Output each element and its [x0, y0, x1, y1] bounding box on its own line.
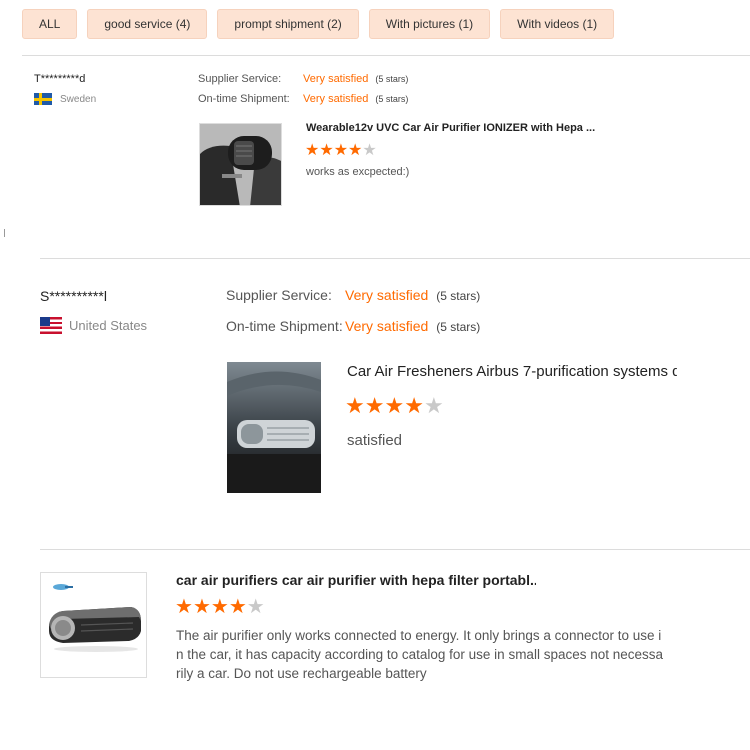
shipment-value: Very satisfied	[303, 93, 369, 105]
product-thumbnail[interactable]	[227, 362, 321, 493]
star-filled-icon: ★	[404, 393, 424, 418]
star-empty-icon: ★	[246, 596, 265, 618]
reviewer-name: S**********l	[40, 288, 107, 304]
divider	[22, 55, 750, 56]
shipment-value: Very satisfied	[345, 318, 429, 334]
star-filled-icon: ★	[364, 393, 385, 418]
united-states-flag-icon	[40, 317, 62, 334]
shipment-rating: On-time Shipment: Very satisfied (5 star…	[198, 93, 408, 105]
filter-good-service-button[interactable]: good service (4)	[87, 9, 208, 39]
star-rating: ★ ★ ★ ★ ★	[175, 597, 265, 617]
star-filled-icon: ★	[319, 142, 334, 159]
filter-all-button[interactable]: ALL	[22, 9, 78, 39]
product-thumbnail[interactable]	[40, 572, 147, 678]
supplier-service-stars: (5 stars)	[375, 74, 409, 84]
supplier-service-stars: (5 stars)	[436, 289, 481, 303]
shipment-stars: (5 stars)	[436, 320, 481, 334]
star-filled-icon: ★	[345, 393, 365, 418]
scroll-marker	[4, 229, 5, 237]
star-filled-icon: ★	[348, 142, 363, 159]
supplier-service-label: Supplier Service:	[226, 287, 332, 303]
star-filled-icon: ★	[175, 596, 193, 618]
shipment-stars: (5 stars)	[375, 94, 409, 104]
product-thumbnail[interactable]	[199, 123, 282, 206]
reviewer-country: United States	[40, 317, 147, 334]
shipment-label: On-time Shipment:	[226, 318, 343, 334]
product-title[interactable]: car air purifiers car air purifier with …	[176, 572, 536, 588]
car-purifier-image	[200, 124, 281, 205]
review-comment-line: rily a car. Do not use rechargeable batt…	[176, 666, 427, 681]
star-filled-icon: ★	[210, 596, 229, 618]
filter-with-pictures-button[interactable]: With pictures (1)	[368, 9, 491, 39]
review-comment: works as excpected:)	[306, 166, 410, 178]
supplier-service-rating: Supplier Service: Very satisfied (5 star…	[198, 73, 408, 85]
star-empty-icon: ★	[423, 393, 444, 418]
product-title[interactable]: Car Air Fresheners Airbus 7-purification…	[347, 363, 677, 380]
filter-with-videos-button[interactable]: With videos (1)	[500, 9, 615, 39]
divider	[40, 258, 750, 259]
sweden-flag-icon	[34, 93, 52, 105]
review-filter-bar: ALL good service (4) prompt shipment (2)…	[22, 9, 615, 39]
car-purifier-image	[41, 573, 146, 677]
country-name: United States	[69, 318, 148, 333]
star-filled-icon: ★	[192, 596, 211, 618]
star-filled-icon: ★	[305, 142, 320, 159]
reviewer-country: Sweden	[34, 93, 96, 105]
filter-prompt-shipment-button[interactable]: prompt shipment (2)	[217, 9, 359, 39]
star-rating: ★ ★ ★ ★ ★	[305, 143, 377, 159]
star-empty-icon: ★	[362, 142, 377, 159]
supplier-service-label: Supplier Service:	[198, 73, 282, 85]
country-name: Sweden	[60, 93, 97, 105]
shipment-label: On-time Shipment:	[198, 93, 290, 105]
star-filled-icon: ★	[228, 596, 247, 618]
shipment-rating: On-time Shipment: Very satisfied (5 star…	[226, 318, 480, 334]
review-comment-line: The air purifier only works connected to…	[176, 628, 662, 643]
car-purifier-image	[227, 362, 321, 493]
supplier-service-value: Very satisfied	[345, 287, 429, 303]
reviewer-name: T*********d	[34, 73, 86, 85]
product-title[interactable]: Wearable12v UVC Car Air Purifier IONIZER…	[306, 122, 596, 134]
star-filled-icon: ★	[384, 393, 405, 418]
star-filled-icon: ★	[333, 142, 349, 159]
review-comment: The air purifier only works connected to…	[176, 626, 663, 683]
review-comment: satisfied	[347, 432, 403, 449]
star-rating: ★ ★ ★ ★ ★	[345, 395, 444, 417]
divider	[40, 549, 750, 550]
review-comment-line: n the car, it has capacity according to …	[176, 647, 664, 662]
supplier-service-value: Very satisfied	[303, 73, 369, 85]
supplier-service-rating: Supplier Service: Very satisfied (5 star…	[226, 287, 480, 303]
